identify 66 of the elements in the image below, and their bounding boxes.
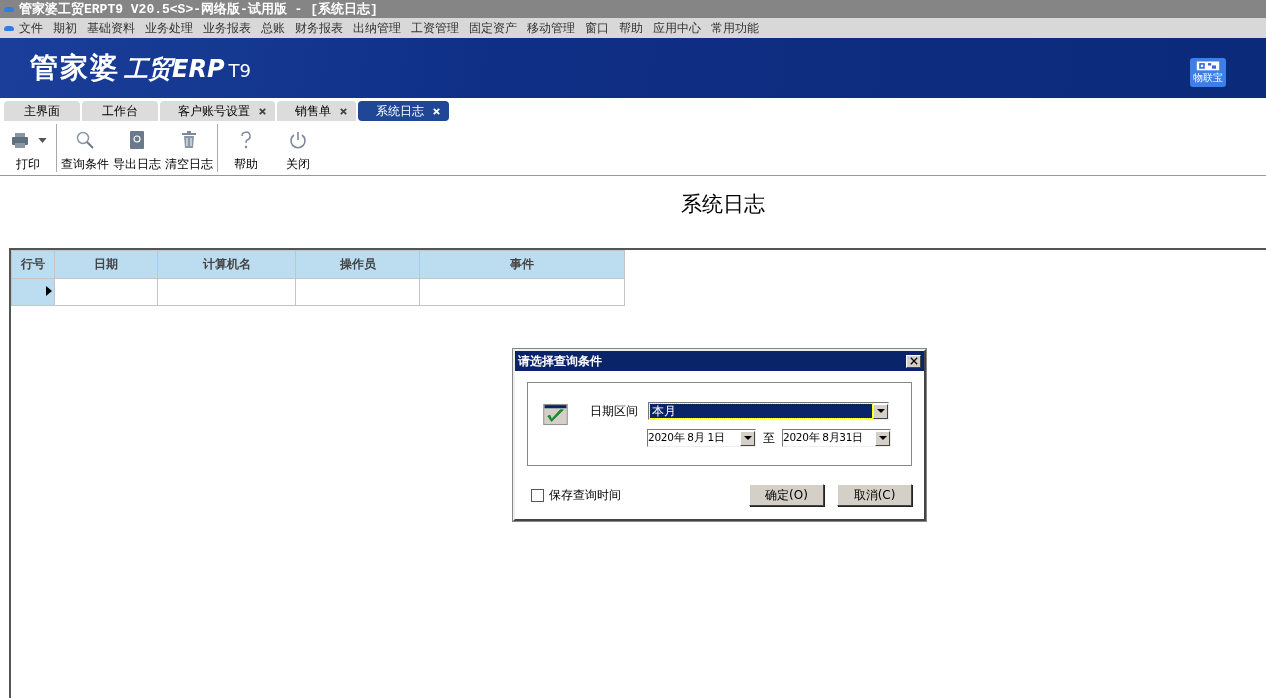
window-title: 管家婆工贸ERPT9 V20.5<S>-网络版-试用版 - [系统日志]	[19, 0, 378, 18]
column-header[interactable]: 日期	[54, 250, 158, 279]
close-button[interactable]	[906, 354, 921, 368]
column-header[interactable]: 计算机名	[157, 250, 296, 279]
logo-subtitle: 工贸ERP	[124, 54, 225, 85]
caret-icon	[37, 137, 47, 143]
menu-item[interactable]: 财务报表	[290, 19, 348, 37]
caret-icon	[878, 436, 887, 440]
close-icon[interactable]	[258, 106, 267, 116]
app-icon[interactable]	[4, 25, 14, 31]
menu-item[interactable]: 窗口	[580, 19, 614, 37]
to-label: 至	[763, 429, 775, 447]
printer-icon	[9, 130, 30, 150]
menu-item[interactable]: 固定资产	[464, 19, 522, 37]
date-range-dropdown[interactable]: 本月	[648, 402, 889, 420]
tab[interactable]: 系统日志	[358, 101, 449, 121]
app-icon	[4, 6, 14, 12]
row-pointer-icon	[46, 286, 52, 296]
checkbox[interactable]	[531, 488, 544, 502]
logo-version: T9	[228, 60, 251, 81]
search-button[interactable]: 查询条件	[59, 121, 111, 175]
menu-item[interactable]: 工资管理	[406, 19, 464, 37]
menu-item[interactable]: 常用功能	[706, 19, 764, 37]
tab[interactable]: 主界面	[4, 101, 80, 121]
menu-item[interactable]: 帮助	[614, 19, 648, 37]
ok-button[interactable]: 确定(O)	[749, 484, 824, 506]
caret-icon	[876, 409, 885, 413]
date-range-label: 日期区间	[590, 402, 639, 420]
page-title: 系统日志	[680, 191, 766, 218]
menu-item[interactable]: 业务处理	[140, 19, 198, 37]
trash-icon	[179, 130, 199, 150]
tab[interactable]: 客户账号设置	[160, 101, 275, 121]
column-header[interactable]: 事件	[419, 250, 625, 279]
trash-button[interactable]: 清空日志	[163, 121, 215, 175]
print-button[interactable]: 打印	[2, 121, 54, 175]
tab[interactable]: 工作台	[82, 101, 158, 121]
row-header[interactable]	[11, 278, 55, 306]
menu-item[interactable]: 基础资料	[82, 19, 140, 37]
close-icon[interactable]	[339, 106, 348, 116]
menu-item[interactable]: 出纳管理	[348, 19, 406, 37]
menu-item[interactable]: 文件	[14, 19, 48, 37]
cancel-button[interactable]: 取消(C)	[837, 484, 912, 506]
menu-item[interactable]: 总账	[256, 19, 290, 37]
qr-icon	[1196, 59, 1220, 71]
menu-item[interactable]: 期初	[48, 19, 82, 37]
menu-item[interactable]: 应用中心	[648, 19, 706, 37]
help-button[interactable]: 帮助	[220, 121, 272, 175]
search-icon	[75, 130, 95, 150]
dialog-title: 请选择查询条件	[518, 352, 602, 370]
checkmark-icon	[543, 401, 568, 428]
checkbox-label: 保存查询时间	[549, 486, 621, 504]
iot-badge[interactable]: 物联宝	[1190, 57, 1226, 87]
menu-item[interactable]: 业务报表	[198, 19, 256, 37]
column-header[interactable]: 行号	[11, 250, 55, 279]
start-date-picker[interactable]: 2020年 8月 1日	[647, 429, 756, 447]
export-button[interactable]: 导出日志	[111, 121, 163, 175]
caret-icon	[743, 436, 752, 440]
power-icon	[288, 130, 308, 150]
column-header[interactable]: 操作员	[295, 250, 420, 279]
close-icon	[909, 357, 918, 365]
book-icon	[127, 130, 147, 150]
menu-item[interactable]: 移动管理	[522, 19, 580, 37]
end-date-picker[interactable]: 2020年 8月31日	[782, 429, 891, 447]
logo-text: 管家婆	[30, 50, 120, 86]
tab[interactable]: 销售单	[277, 101, 356, 121]
power-button[interactable]: 关闭	[272, 121, 324, 175]
